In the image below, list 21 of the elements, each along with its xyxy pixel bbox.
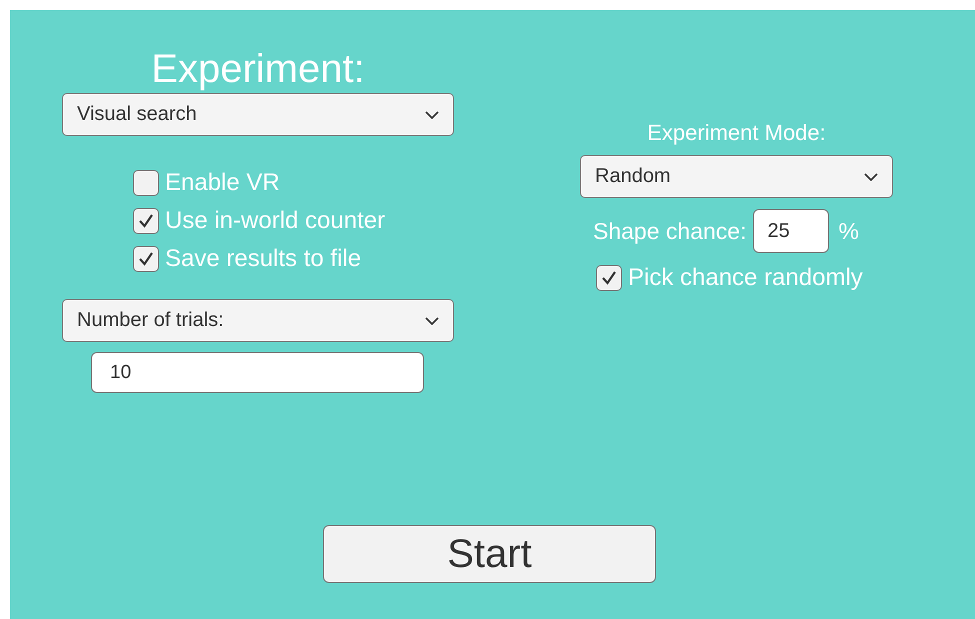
checkbox-label: Save results to file bbox=[165, 245, 362, 273]
chevron-icon bbox=[864, 172, 878, 180]
section-label: Experiment Mode: bbox=[647, 120, 826, 146]
checkbox[interactable] bbox=[133, 246, 159, 272]
checkbox-label: Use in-world counter bbox=[165, 207, 386, 235]
dropdown[interactable]: Visual search bbox=[62, 93, 454, 136]
start-button[interactable]: Start bbox=[323, 525, 656, 583]
unit-label: % bbox=[838, 218, 859, 244]
heading: Experiment: bbox=[151, 46, 365, 92]
checkbox[interactable] bbox=[133, 208, 159, 234]
dropdown[interactable]: Number of trials: bbox=[62, 299, 454, 342]
input-field[interactable]: 25 bbox=[753, 209, 830, 253]
chevron-icon bbox=[425, 316, 439, 324]
checkbox[interactable] bbox=[133, 170, 159, 196]
dropdown[interactable]: Random bbox=[580, 155, 893, 198]
field-label: Shape chance: bbox=[593, 218, 746, 244]
input-field[interactable]: 10 bbox=[91, 352, 424, 393]
chevron-icon bbox=[425, 110, 439, 118]
checkbox[interactable] bbox=[596, 265, 622, 291]
checkbox-label: Enable VR bbox=[165, 169, 280, 197]
checkbox-label: Pick chance randomly bbox=[628, 264, 863, 292]
